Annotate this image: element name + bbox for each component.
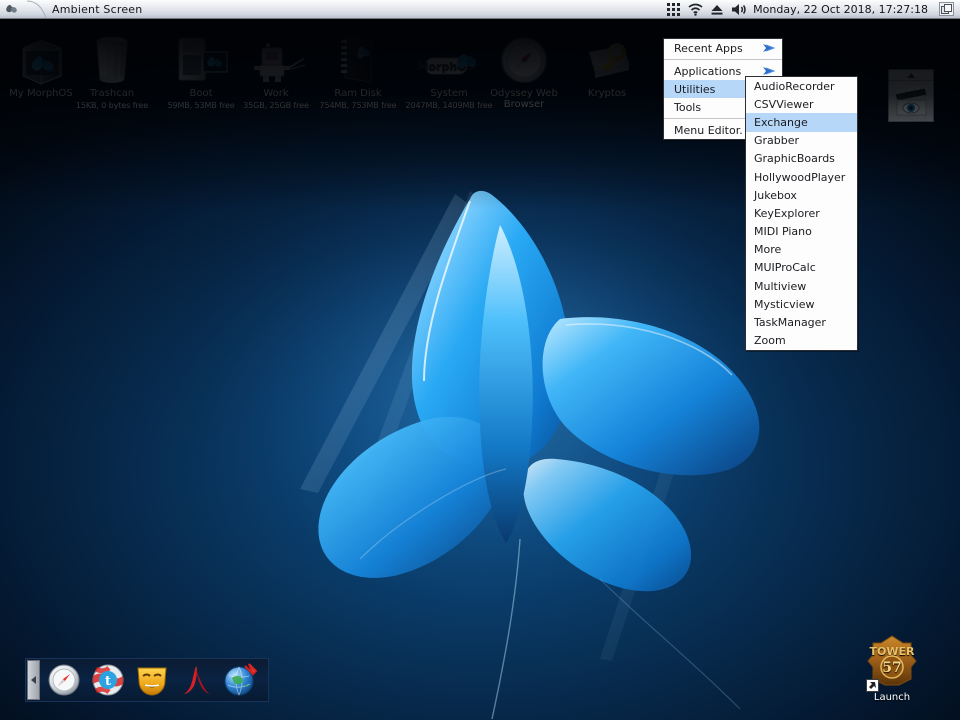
- desktop-icon-label: Trashcan: [89, 88, 135, 99]
- submenu-item-label: MIDI Piano: [754, 225, 812, 239]
- dock-item-odyssey[interactable]: [42, 659, 86, 701]
- screen-title-bar[interactable]: Ambient Screen Monday, 22 Oct 2018, 17:2…: [0, 0, 960, 19]
- titlebar-divider: [26, 0, 48, 19]
- submenu-item-grabber[interactable]: Grabber: [746, 132, 857, 150]
- screen-title: Ambient Screen: [52, 2, 143, 16]
- ambient-logo-icon[interactable]: [0, 0, 26, 19]
- submenu-item-audiorecorder[interactable]: AudioRecorder: [746, 77, 857, 95]
- compass-icon: [478, 26, 570, 86]
- svg-text:57: 57: [882, 660, 901, 676]
- submenu-item-label: Mysticview: [754, 297, 815, 311]
- desktop-icon-label: Launch: [873, 692, 911, 703]
- menu-separator: [664, 59, 782, 60]
- desktop-icon-ram-disk[interactable]: Ram Disk 754MB, 753MB free: [312, 26, 404, 111]
- submenu-item-label: Exchange: [754, 115, 808, 129]
- dock-item-theater-mask[interactable]: [130, 659, 174, 701]
- submenu-item-csvviewer[interactable]: CSVViewer: [746, 95, 857, 113]
- dock-item-adobe-reader[interactable]: [174, 659, 218, 701]
- desktop-icon-label: Odyssey Web: [490, 88, 558, 99]
- submenu-item-mysticview[interactable]: Mysticview: [746, 295, 857, 313]
- submenu-item-keyexplorer[interactable]: KeyExplorer: [746, 204, 857, 222]
- submenu-item-exchange[interactable]: Exchange: [746, 113, 857, 132]
- volume-icon[interactable]: [728, 0, 750, 19]
- desktop-icon-odyssey-web-browser[interactable]: Odyssey Web Browser: [478, 26, 570, 110]
- desktop-icon-label: Ram Disk: [334, 88, 382, 99]
- apps-grid-icon[interactable]: [662, 0, 684, 19]
- dock-item-twitter-ball[interactable]: t: [86, 659, 130, 701]
- desktop-icon-info: 35GB, 25GB free: [243, 101, 309, 110]
- submenu-item-label: Zoom: [754, 334, 786, 348]
- submenu-arrow-icon: [762, 66, 776, 76]
- iconified-window-titlebar[interactable]: [889, 70, 933, 81]
- clock-label: Monday, 22 Oct 2018, 17:27:18: [753, 2, 928, 16]
- submenu-item-taskmanager[interactable]: TaskManager: [746, 313, 857, 331]
- submenu-item-label: Jukebox: [754, 188, 797, 202]
- submenu-item-more[interactable]: More: [746, 241, 857, 259]
- tower57-icon: TOWER 57: [846, 631, 938, 692]
- collapse-arrow-icon: [907, 72, 915, 78]
- submenu-item-jukebox[interactable]: Jukebox: [746, 186, 857, 204]
- depth-gadget-icon[interactable]: [935, 0, 957, 19]
- svg-text:t: t: [105, 674, 111, 689]
- desktop-icon-label: Work: [263, 88, 289, 99]
- eject-icon[interactable]: [706, 0, 728, 19]
- desktop-icon-info: 15KB, 0 bytes free: [75, 101, 149, 110]
- dock-collapse-arrow[interactable]: [27, 660, 40, 700]
- utilities-submenu[interactable]: AudioRecorder CSVViewer Exchange Grabber Gra…: [745, 76, 858, 351]
- desktop-icon-kryptos[interactable]: Kryptos: [561, 26, 653, 99]
- submenu-item-label: MUIProCalc: [754, 261, 816, 275]
- submenu-item-label: KeyExplorer: [754, 206, 820, 220]
- wifi-icon[interactable]: [684, 0, 706, 19]
- submenu-item-label: GraphicBoards: [754, 152, 835, 166]
- dock-panel[interactable]: t: [25, 658, 269, 702]
- desktop-icon-info: 754MB, 753MB free: [319, 101, 397, 110]
- desktop-icon-trashcan[interactable]: Trashcan 15KB, 0 bytes free: [66, 26, 158, 111]
- iconified-window-multiview[interactable]: [888, 69, 934, 122]
- submenu-item-midi-piano[interactable]: MIDI Piano: [746, 223, 857, 241]
- submenu-item-label: AudioRecorder: [754, 79, 835, 93]
- submenu-item-graphicboards[interactable]: GraphicBoards: [746, 150, 857, 168]
- trashcan-icon: [66, 26, 158, 86]
- robot-disk-icon: [230, 26, 322, 86]
- submenu-item-label: CSVViewer: [754, 97, 814, 111]
- desktop-background[interactable]: My MorphOS Trashcan 15KB, 0 bytes free B…: [0, 19, 960, 720]
- submenu-item-hollywoodplayer[interactable]: HollywoodPlayer: [746, 168, 857, 186]
- submenu-item-multiview[interactable]: Multiview: [746, 277, 857, 295]
- ramdisk-icon: [312, 26, 404, 86]
- menu-item-label: Recent Apps: [674, 41, 743, 55]
- submenu-arrow-icon: [762, 43, 776, 53]
- submenu-item-label: TaskManager: [754, 316, 826, 330]
- clapperboard-eye-icon: [889, 81, 933, 121]
- submenu-item-zoom[interactable]: Zoom: [746, 332, 857, 350]
- desktop-icon-label-2: Browser: [503, 99, 545, 110]
- shortcut-arrow-icon: [866, 679, 879, 692]
- desktop-icon-work[interactable]: Work 35GB, 25GB free: [230, 26, 322, 111]
- dock-item-globe[interactable]: [218, 659, 262, 701]
- submenu-item-label: Grabber: [754, 134, 800, 148]
- menu-item-recent-apps[interactable]: Recent Apps: [664, 39, 782, 57]
- desktop-icon-launch[interactable]: TOWER 57 Launch: [846, 631, 938, 703]
- submenu-item-label: More: [754, 243, 782, 257]
- submenu-item-label: Multiview: [754, 279, 807, 293]
- submenu-item-muiprocalc[interactable]: MUIProCalc: [746, 259, 857, 277]
- submenu-item-label: HollywoodPlayer: [754, 170, 846, 184]
- desktop-icon-label: Kryptos: [587, 88, 627, 99]
- key-disk-icon: [561, 26, 653, 86]
